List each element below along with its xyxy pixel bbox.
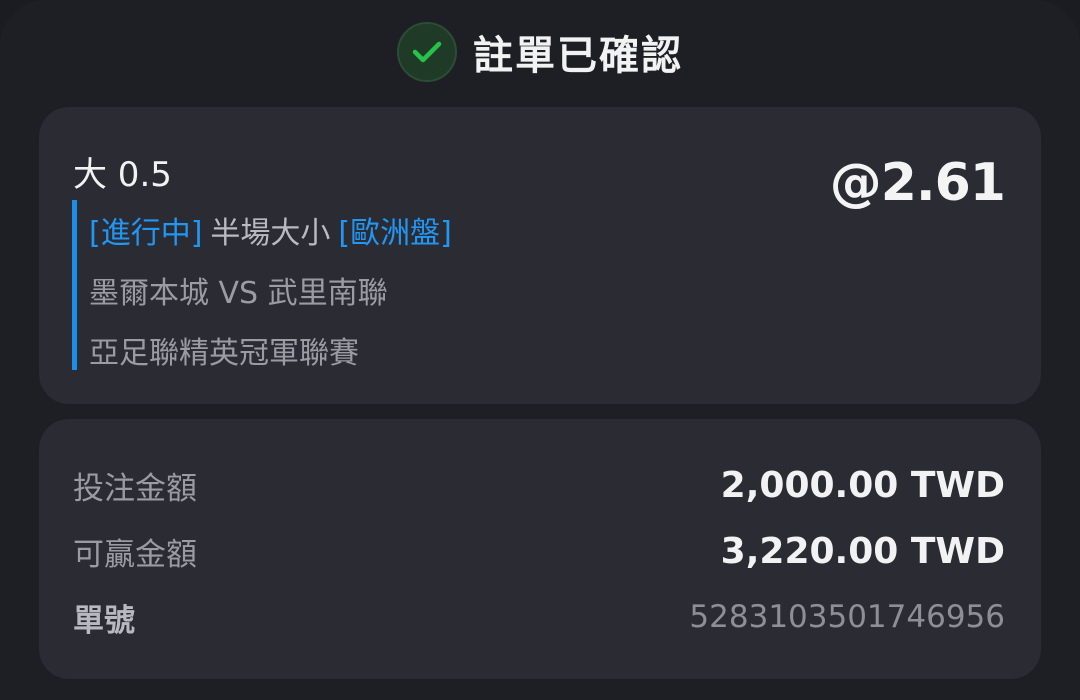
- bet-odds: @2.61: [829, 153, 1006, 213]
- ticket-label: 單號: [73, 602, 135, 639]
- market-name: 半場大小: [210, 216, 331, 251]
- league-name: 亞足聯精英冠軍聯賽: [89, 336, 359, 371]
- confirmation-sheet: 註單已確認 大 0.5 @2.61 [進行中] 半場大小 [歐洲盤] 墨爾本城 …: [0, 0, 1080, 700]
- odds-type-tag: [歐洲盤]: [338, 216, 452, 251]
- bet-summary-card: 投注金額 2,000.00 TWD 可贏金額 3,220.00 TWD 單號 5…: [39, 419, 1041, 679]
- live-status-tag: [進行中]: [89, 216, 203, 251]
- stake-row: 投注金額 2,000.00 TWD: [73, 455, 1005, 515]
- payout-value: 3,220.00 TWD: [720, 530, 1005, 572]
- bet-detail-card: 大 0.5 @2.61 [進行中] 半場大小 [歐洲盤] 墨爾本城 VS 武里南…: [39, 107, 1041, 404]
- ticket-row: 單號 5283103501746956: [73, 587, 1005, 647]
- success-check-icon: [397, 22, 457, 82]
- stake-value: 2,000.00 TWD: [720, 464, 1005, 506]
- bet-info-block: [進行中] 半場大小 [歐洲盤] 墨爾本城 VS 武里南聯 亞足聯精英冠軍聯賽: [72, 200, 672, 371]
- market-line: [進行中] 半場大小 [歐洲盤]: [89, 200, 672, 260]
- bet-selection: 大 0.5: [73, 155, 172, 195]
- stake-label: 投注金額: [73, 470, 197, 507]
- payout-row: 可贏金額 3,220.00 TWD: [73, 521, 1005, 581]
- confirmation-header: 註單已確認: [0, 18, 1080, 86]
- payout-label: 可贏金額: [73, 536, 197, 573]
- match-name: 墨爾本城 VS 武里南聯: [89, 276, 388, 311]
- ticket-number[interactable]: 5283103501746956: [689, 599, 1005, 635]
- confirmation-title: 註單已確認: [473, 33, 683, 79]
